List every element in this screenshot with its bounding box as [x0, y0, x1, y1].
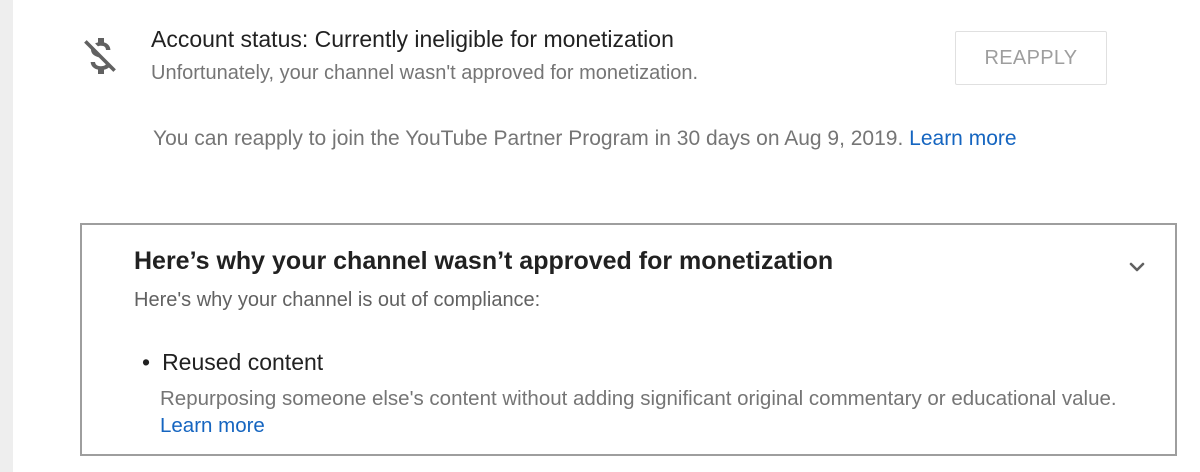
reason-title: Reused content [162, 349, 324, 375]
reason-item: • Reused content [142, 349, 323, 376]
reason-description-text: Repurposing someone else's content witho… [160, 387, 1117, 410]
bullet: • [142, 349, 151, 375]
money-off-icon [84, 38, 116, 74]
account-status-subtitle: Unfortunately, your channel wasn't appro… [151, 62, 699, 84]
reapply-note: You can reapply to join the YouTube Part… [153, 127, 1017, 151]
reapply-note-text: You can reapply to join the YouTube Part… [153, 127, 904, 150]
why-card-subtitle: Here's why your channel is out of compli… [134, 289, 541, 311]
reason-description: Repurposing someone else's content witho… [160, 385, 1160, 439]
why-card-title: Here’s why your channel wasn’t approved … [134, 247, 834, 275]
account-status-title: Account status: Currently ineligible for… [151, 26, 674, 52]
left-rail [0, 0, 13, 472]
reason-learn-more-link[interactable]: Learn more [160, 414, 265, 437]
chevron-down-icon[interactable] [1125, 255, 1149, 279]
why-not-approved-card: Here’s why your channel wasn’t approved … [80, 223, 1177, 456]
learn-more-link[interactable]: Learn more [909, 127, 1016, 150]
reapply-button[interactable]: REAPPLY [955, 31, 1107, 85]
